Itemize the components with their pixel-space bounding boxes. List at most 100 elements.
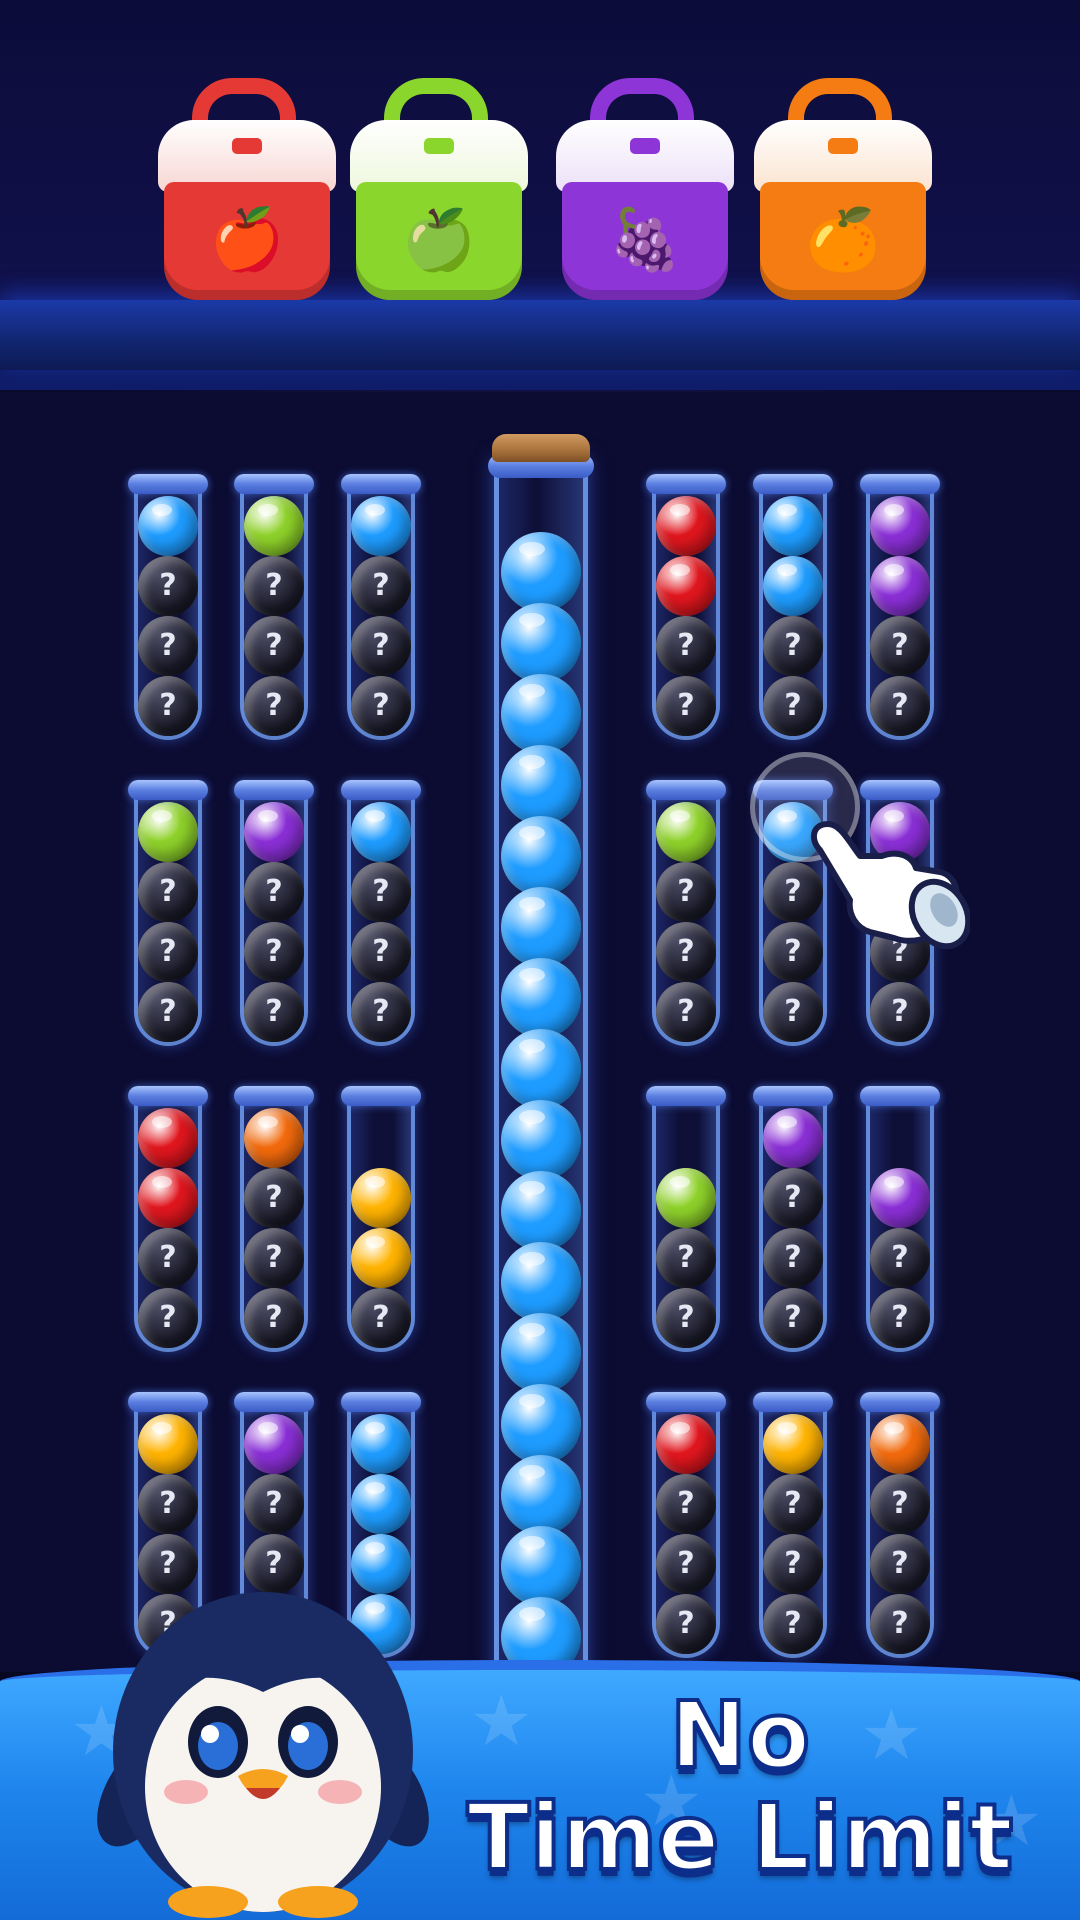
- ball-shine: [519, 684, 545, 698]
- tube-rim: [646, 1086, 726, 1106]
- hidden-ball: ?: [763, 1168, 823, 1228]
- hidden-ball: ?: [763, 676, 823, 736]
- bag-clasp: [232, 138, 262, 154]
- ball-shine: [670, 504, 690, 516]
- question-mark: ?: [784, 1546, 802, 1581]
- purple-ball: [244, 1414, 304, 1474]
- ball-shine: [519, 1536, 545, 1550]
- ball-shine: [519, 826, 545, 840]
- tube[interactable]: ??: [860, 1086, 940, 1354]
- hidden-ball: ?: [656, 982, 716, 1042]
- big-tube[interactable]: [488, 434, 594, 1684]
- question-mark: ?: [159, 688, 177, 723]
- tube[interactable]: ???: [234, 780, 314, 1048]
- tube[interactable]: ?: [341, 1086, 421, 1354]
- tube[interactable]: ???: [234, 474, 314, 742]
- blue-ball: [501, 816, 581, 896]
- question-mark: ?: [265, 934, 283, 969]
- ball-shine: [519, 1394, 545, 1408]
- question-mark: ?: [265, 1486, 283, 1521]
- question-mark: ?: [159, 1300, 177, 1335]
- ball-shine: [152, 1116, 172, 1128]
- hidden-ball: ?: [351, 922, 411, 982]
- tube[interactable]: ???: [128, 780, 208, 1048]
- tube[interactable]: ??: [128, 1086, 208, 1354]
- tube-rim: [234, 780, 314, 800]
- red-ball: [656, 556, 716, 616]
- grapes-bag: 🍇: [556, 78, 734, 308]
- tube[interactable]: ??: [860, 474, 940, 742]
- hidden-ball: ?: [138, 862, 198, 922]
- purple-ball: [870, 496, 930, 556]
- question-mark: ?: [677, 688, 695, 723]
- ball-shine: [365, 1482, 385, 1494]
- question-mark: ?: [891, 1486, 909, 1521]
- ball-shine: [519, 1039, 545, 1053]
- hidden-ball: ?: [763, 616, 823, 676]
- hidden-ball: ?: [656, 616, 716, 676]
- blue-ball: [501, 603, 581, 683]
- ball-shine: [152, 1422, 172, 1434]
- tube[interactable]: ???: [753, 1392, 833, 1660]
- blue-ball: [501, 958, 581, 1038]
- ball-shine: [670, 810, 690, 822]
- yellow-ball: [138, 1414, 198, 1474]
- ball-shine: [519, 968, 545, 982]
- question-mark: ?: [891, 1606, 909, 1641]
- hidden-ball: ?: [351, 1288, 411, 1348]
- hidden-ball: ?: [656, 676, 716, 736]
- question-mark: ?: [159, 994, 177, 1029]
- ball-shine: [152, 504, 172, 516]
- hidden-ball: ?: [656, 1534, 716, 1594]
- hidden-ball: ?: [870, 982, 930, 1042]
- question-mark: ?: [784, 994, 802, 1029]
- hidden-ball: ?: [763, 1594, 823, 1654]
- ball-shine: [519, 1252, 545, 1266]
- tube-rim: [860, 1392, 940, 1412]
- tube[interactable]: ??: [753, 474, 833, 742]
- hidden-ball: ?: [244, 1168, 304, 1228]
- blue-ball: [501, 674, 581, 754]
- green-apple-bag: 🍏: [350, 78, 528, 308]
- slogan-line-2: Time Limit: [465, 1784, 1015, 1891]
- tube[interactable]: ???: [860, 1392, 940, 1660]
- question-mark: ?: [372, 874, 390, 909]
- question-mark: ?: [265, 874, 283, 909]
- tube-rim: [128, 1392, 208, 1412]
- tube[interactable]: ??: [646, 474, 726, 742]
- grapes-icon: 🍇: [607, 205, 683, 275]
- ball-shine: [365, 1422, 385, 1434]
- question-mark: ?: [677, 1240, 695, 1275]
- question-mark: ?: [677, 1486, 695, 1521]
- tube[interactable]: ???: [341, 474, 421, 742]
- orange-bag: 🍊: [754, 78, 932, 308]
- question-mark: ?: [677, 934, 695, 969]
- ball-shine: [365, 810, 385, 822]
- question-mark: ?: [159, 934, 177, 969]
- tube[interactable]: ??: [646, 1086, 726, 1354]
- hidden-ball: ?: [138, 1474, 198, 1534]
- tube[interactable]: ???: [234, 1086, 314, 1354]
- question-mark: ?: [265, 568, 283, 603]
- bag-clasp: [828, 138, 858, 154]
- blue-ball: [501, 1455, 581, 1535]
- orange-ball: [870, 1414, 930, 1474]
- ball-shine: [258, 1422, 278, 1434]
- ball-shine: [777, 1422, 797, 1434]
- ball-shine: [777, 564, 797, 576]
- red-ball: [138, 1108, 198, 1168]
- hidden-ball: ?: [244, 1474, 304, 1534]
- ball-shine: [365, 504, 385, 516]
- tube[interactable]: ???: [341, 780, 421, 1048]
- tube[interactable]: ???: [646, 1392, 726, 1660]
- hidden-ball: ?: [244, 676, 304, 736]
- tube-rim: [646, 1392, 726, 1412]
- ball-shine: [670, 1176, 690, 1188]
- question-mark: ?: [372, 994, 390, 1029]
- question-mark: ?: [677, 1606, 695, 1641]
- tube[interactable]: ???: [646, 780, 726, 1048]
- tube[interactable]: ???: [753, 1086, 833, 1354]
- question-mark: ?: [891, 628, 909, 663]
- tube-rim: [860, 780, 940, 800]
- tube[interactable]: ???: [128, 474, 208, 742]
